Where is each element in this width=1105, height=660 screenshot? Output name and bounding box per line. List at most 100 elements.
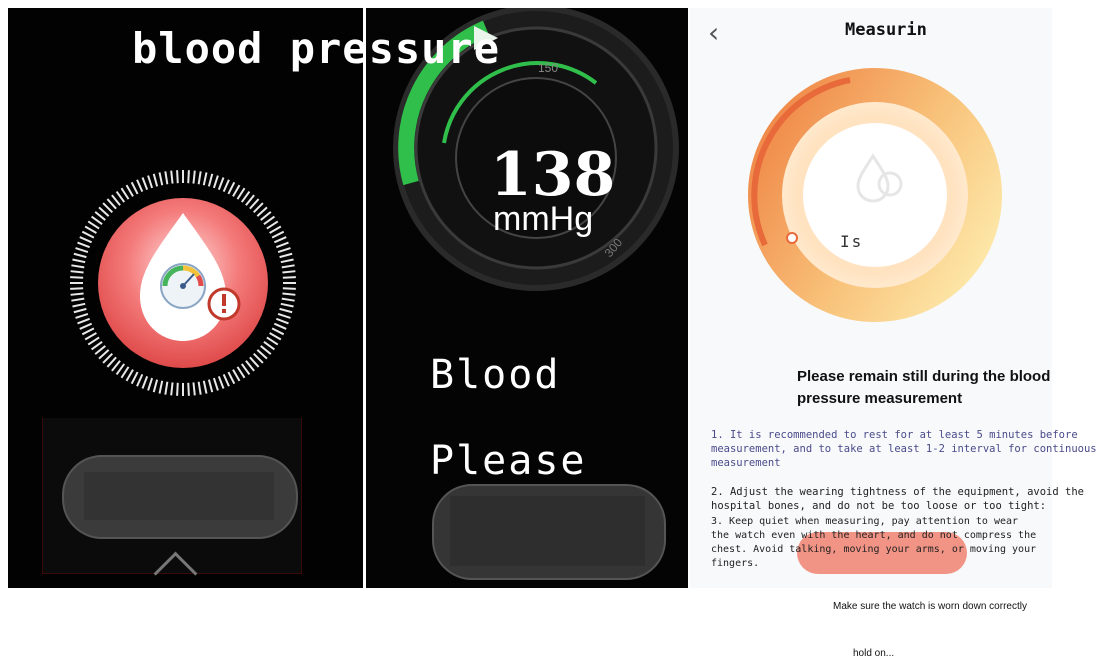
tick-mark xyxy=(147,377,154,391)
tick-mark xyxy=(152,379,159,393)
tick-mark xyxy=(176,382,179,396)
tick-mark xyxy=(106,198,117,210)
tick-mark xyxy=(170,382,174,396)
tick-mark xyxy=(197,381,202,395)
progress-dot xyxy=(786,232,798,244)
tick-mark xyxy=(75,247,89,254)
tick-mark xyxy=(115,190,126,203)
tick-mark xyxy=(84,225,97,234)
tick-mark xyxy=(94,211,106,221)
tip-2: 2. Adjust the wearing tightness of the e… xyxy=(711,486,1084,512)
tick-mark xyxy=(236,366,246,379)
tick-mark xyxy=(158,172,164,186)
tick-mark xyxy=(90,340,103,351)
tick-mark xyxy=(240,190,251,203)
back-arrow-icon[interactable]: ‹ xyxy=(708,16,730,49)
tick-mark xyxy=(94,345,106,355)
tick-mark xyxy=(164,381,169,395)
tip-3: 3. Keep quiet when measuring, pay attent… xyxy=(711,516,1037,569)
tick-mark xyxy=(106,356,117,368)
tick-mark xyxy=(141,177,149,191)
tick-mark xyxy=(256,206,268,217)
tick-mark xyxy=(282,292,296,296)
tick-mark xyxy=(207,379,214,393)
tick-mark xyxy=(72,302,86,308)
tick-mark xyxy=(102,202,113,213)
tick-mark xyxy=(125,184,134,197)
tick-mark xyxy=(266,336,279,346)
panel-title: blood pressure xyxy=(132,24,501,73)
tick-mark xyxy=(84,332,97,341)
tick-mark xyxy=(263,340,276,351)
tick-mark xyxy=(73,307,87,314)
tick-mark xyxy=(187,382,190,396)
tick-mark xyxy=(207,173,214,187)
tick-mark xyxy=(176,170,179,184)
tick-mark xyxy=(115,363,126,376)
tick-mark xyxy=(202,380,208,394)
tick-mark xyxy=(70,270,84,274)
tick-mark xyxy=(227,181,236,195)
tick-mark xyxy=(197,171,202,185)
tick-mark xyxy=(212,377,219,391)
gauge-icon xyxy=(160,263,206,309)
tick-mark xyxy=(81,230,95,239)
tick-mark xyxy=(77,317,91,325)
label-please: Please xyxy=(430,438,587,484)
tick-mark xyxy=(141,375,149,389)
tick-mark xyxy=(245,360,255,372)
tick-mark xyxy=(271,230,285,239)
tick-mark xyxy=(187,170,190,184)
tick-mark xyxy=(202,172,208,186)
wear-note: Make sure the watch is worn down correct… xyxy=(833,601,1027,612)
tick-mark xyxy=(245,194,255,206)
label-blood: Blood xyxy=(430,352,561,398)
warning-icon xyxy=(207,287,241,321)
tick-mark xyxy=(249,356,260,368)
measuring-ring xyxy=(748,68,1002,322)
tick-mark xyxy=(269,332,282,341)
tick-mark xyxy=(158,380,164,394)
tick-mark xyxy=(273,236,287,244)
tick-mark xyxy=(98,349,110,360)
tick-mark xyxy=(170,170,174,184)
tick-mark xyxy=(136,179,144,193)
tick-mark xyxy=(70,276,84,279)
tick-mark xyxy=(275,317,289,325)
tick-mark xyxy=(120,187,130,200)
tick-mark xyxy=(227,371,236,385)
tick-mark xyxy=(282,270,296,274)
instruction-heading: Please remain still during the blood pre… xyxy=(797,368,1051,407)
tick-mark xyxy=(81,327,95,336)
tick-mark xyxy=(222,179,230,193)
tick-mark xyxy=(281,297,295,302)
tick-mark xyxy=(120,366,130,379)
tick-mark xyxy=(77,241,91,249)
tick-mark xyxy=(280,302,294,308)
start-button-inner xyxy=(84,472,274,520)
tick-mark xyxy=(279,307,293,314)
tick-mark xyxy=(217,177,225,191)
reading-unit: mmHg xyxy=(493,200,594,238)
tick-mark xyxy=(152,173,159,187)
tick-mark xyxy=(70,287,84,290)
tick-mark xyxy=(232,184,241,197)
tick-mark xyxy=(73,252,87,259)
tick-mark xyxy=(192,382,196,396)
tick-mark xyxy=(147,175,154,189)
tick-label-150: 150 xyxy=(538,61,558,75)
tick-mark xyxy=(71,297,85,302)
tick-mark xyxy=(222,373,230,387)
tick-mark xyxy=(111,194,121,206)
tick-mark xyxy=(253,353,264,364)
tick-mark xyxy=(263,215,276,226)
tick-mark xyxy=(281,264,295,269)
tick-mark xyxy=(71,264,85,269)
tick-mark xyxy=(98,206,110,217)
tick-mark xyxy=(87,336,100,346)
tick-mark xyxy=(111,360,121,372)
tick-mark xyxy=(275,241,289,249)
tick-mark xyxy=(280,258,294,264)
tick-mark xyxy=(253,202,264,213)
tick-mark xyxy=(79,236,93,244)
